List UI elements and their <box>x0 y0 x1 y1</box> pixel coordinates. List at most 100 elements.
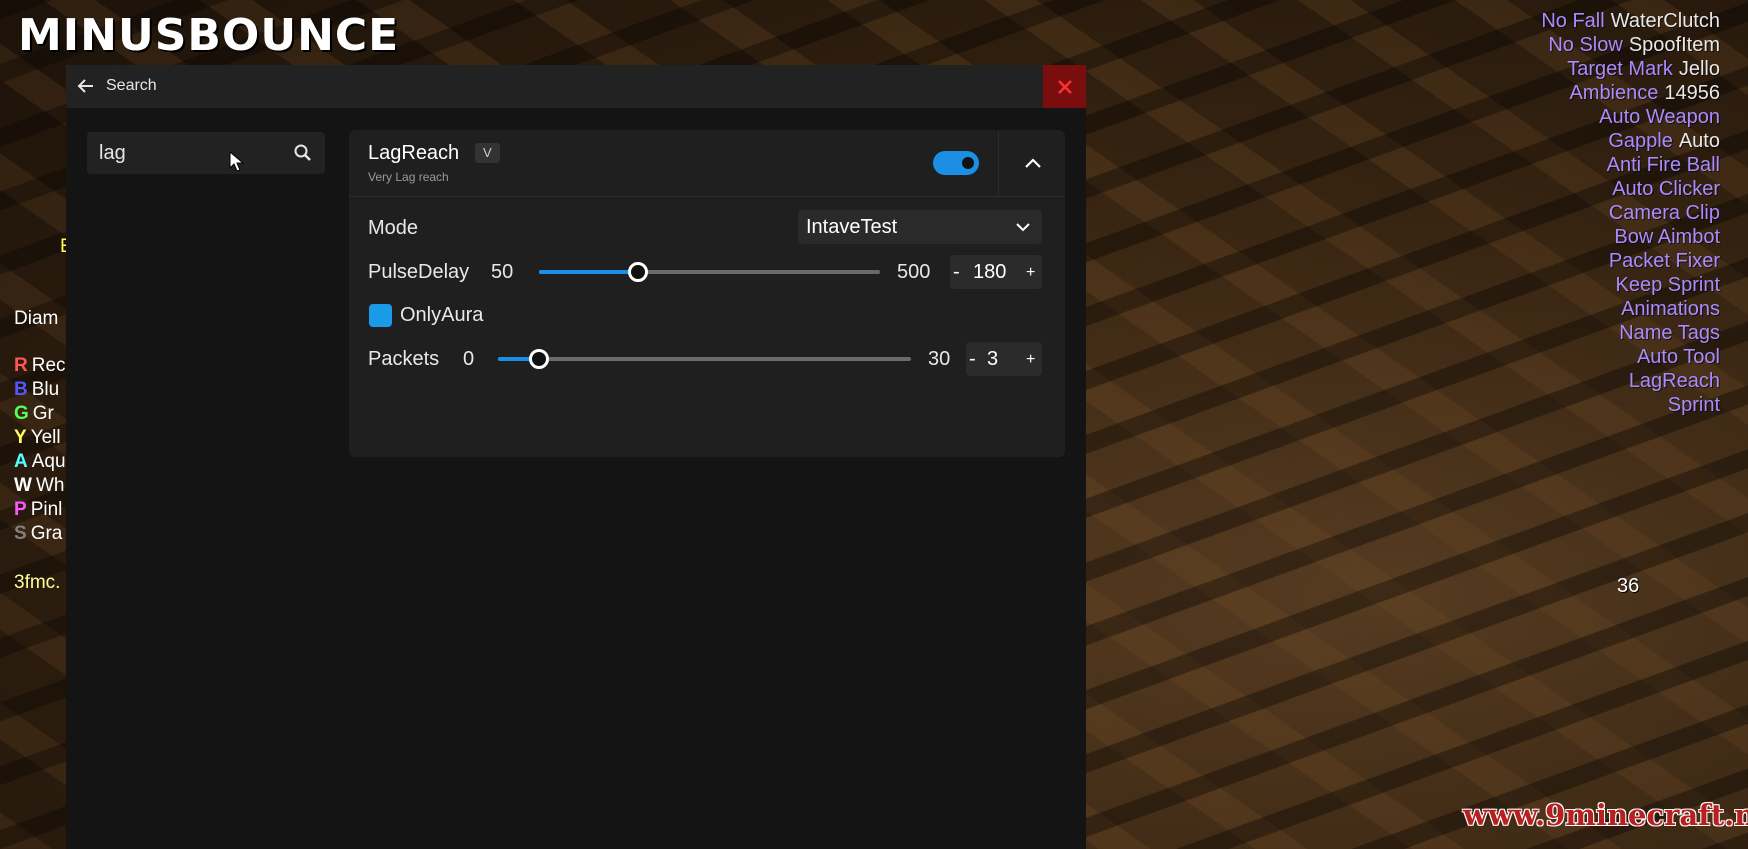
hud-color-entry: W Wh <box>14 475 64 497</box>
arraylist-module-tag: Jello <box>1678 58 1720 80</box>
packets-increment[interactable]: + <box>1026 351 1035 369</box>
pulse-delay-min: 50 <box>491 261 514 283</box>
arraylist-module-name: Anti Fire Ball <box>1606 154 1720 176</box>
arraylist-item: Target Mark Jello <box>1541 57 1720 81</box>
pulse-delay-slider-fill <box>539 270 638 274</box>
arraylist-module-name: Target Mark <box>1567 58 1673 80</box>
hud-diamond-text: Diam <box>14 308 59 329</box>
module-arraylist: No Fall WaterClutch No Slow SpoofItem Target… <box>1541 9 1720 417</box>
arraylist-module-name: Packet Fixer <box>1608 250 1720 272</box>
arraylist-module-name: Name Tags <box>1619 322 1720 344</box>
arraylist-module-name: Camera Clip <box>1608 202 1720 224</box>
search-icon[interactable] <box>293 143 313 163</box>
pulse-delay-value[interactable]: 180 <box>973 261 1006 284</box>
pulse-delay-slider-thumb[interactable] <box>627 262 648 282</box>
module-keybind[interactable]: V <box>475 143 500 163</box>
arraylist-item: Packet Fixer <box>1541 249 1720 273</box>
arraylist-item: Bow Aimbot <box>1541 225 1720 249</box>
hud-color-entry: P Pinl <box>14 499 62 521</box>
window-title: Search <box>106 77 157 94</box>
window-titlebar: Search <box>66 65 1086 108</box>
arraylist-module-name: No Fall <box>1541 10 1605 32</box>
clickgui-window: Search lag LagReach V Very Lag reach <box>66 65 1086 849</box>
pulse-delay-stepper: - 180 + <box>950 255 1042 289</box>
packets-value[interactable]: 3 <box>987 348 998 371</box>
hud-color-text: Gr <box>32 403 54 424</box>
hud-color-entry: A Aqu <box>14 451 66 473</box>
hud-color-key: W <box>14 475 32 496</box>
pulse-delay-increment[interactable]: + <box>1026 264 1035 282</box>
close-icon <box>1057 79 1072 94</box>
arraylist-item: LagReach <box>1541 369 1720 393</box>
hud-counter: 36 <box>1617 575 1640 597</box>
hud-color-text: Pinl <box>30 499 63 520</box>
watermark: www.9minecraft.net <box>1463 798 1748 832</box>
module-header[interactable]: LagReach V Very Lag reach <box>349 130 1065 197</box>
chevron-down-icon <box>1016 223 1030 232</box>
arraylist-item: Auto Clicker <box>1541 177 1720 201</box>
arraylist-item: Auto Weapon <box>1541 105 1720 129</box>
only-aura-checkbox[interactable] <box>369 304 392 327</box>
only-aura-label: OnlyAura <box>400 304 484 326</box>
arraylist-item: Keep Sprint <box>1541 273 1720 297</box>
client-logo: MINUSBOUNCE <box>18 10 400 61</box>
arraylist-module-name: Sprint <box>1667 394 1720 416</box>
arraylist-module-name: Keep Sprint <box>1615 274 1720 296</box>
arraylist-module-name: Animations <box>1621 298 1720 320</box>
arraylist-module-tag: SpoofItem <box>1628 34 1720 56</box>
packets-max: 30 <box>928 348 951 370</box>
packets-slider[interactable] <box>498 349 911 369</box>
mode-select-value: IntaveTest <box>806 216 898 238</box>
hud-color-entry: S Gra <box>14 523 62 545</box>
arraylist-module-name: Auto Tool <box>1636 346 1720 368</box>
arraylist-item: Gapple Auto <box>1541 129 1720 153</box>
packets-decrement[interactable]: - <box>969 348 976 371</box>
packets-stepper: - 3 + <box>966 342 1042 376</box>
hud-color-key: G <box>14 403 29 424</box>
hud-color-key: B <box>14 379 28 400</box>
pulse-delay-label: PulseDelay <box>368 261 470 283</box>
back-arrow-icon[interactable] <box>76 76 96 96</box>
arraylist-module-tag: 14956 <box>1664 82 1720 104</box>
chevron-up-icon <box>1024 158 1041 168</box>
packets-min: 0 <box>463 348 475 370</box>
arraylist-module-tag: WaterClutch <box>1610 10 1720 32</box>
hud-color-entry: B Blu <box>14 379 59 401</box>
arraylist-module-name: Auto Clicker <box>1612 178 1720 200</box>
pulse-delay-max: 500 <box>897 261 931 283</box>
search-input-value: lag <box>99 142 126 164</box>
arraylist-module-name: Auto Weapon <box>1599 106 1720 128</box>
arraylist-item: Sprint <box>1541 393 1720 417</box>
hud-color-text: Rec <box>31 355 66 376</box>
arraylist-module-name: Ambience <box>1569 82 1659 104</box>
pulse-delay-decrement[interactable]: - <box>953 261 960 284</box>
close-button[interactable] <box>1043 65 1086 108</box>
packets-label: Packets <box>368 348 440 370</box>
arraylist-module-name: Bow Aimbot <box>1614 226 1720 248</box>
search-input[interactable]: lag <box>87 132 325 174</box>
hud-color-entry: R Rec <box>14 355 66 377</box>
mode-select[interactable]: IntaveTest <box>798 210 1042 244</box>
arraylist-item: Camera Clip <box>1541 201 1720 225</box>
arraylist-module-name: No Slow <box>1548 34 1623 56</box>
hud-color-key: A <box>14 451 28 472</box>
hud-color-text: Aqu <box>31 451 66 472</box>
hud-color-text: Blu <box>31 379 60 400</box>
module-name: LagReach <box>368 142 460 164</box>
arraylist-item: Animations <box>1541 297 1720 321</box>
collapse-button[interactable] <box>998 130 1066 196</box>
arraylist-item: No Slow SpoofItem <box>1541 33 1720 57</box>
module-enable-toggle[interactable] <box>933 151 979 175</box>
arraylist-item: Name Tags <box>1541 321 1720 345</box>
hud-color-text: Yell <box>30 427 61 448</box>
arraylist-item: No Fall WaterClutch <box>1541 9 1720 33</box>
hud-server-text: 3fmc. <box>14 572 61 593</box>
hud-color-key: Y <box>14 427 27 448</box>
arraylist-item: Ambience 14956 <box>1541 81 1720 105</box>
module-description: Very Lag reach <box>368 170 449 184</box>
hud-color-key: P <box>14 499 27 520</box>
mouse-cursor-icon <box>229 151 245 172</box>
pulse-delay-slider[interactable] <box>539 262 880 282</box>
hud-color-entry: G Gr <box>14 403 54 425</box>
hud-color-entry: Y Yell <box>14 427 61 449</box>
